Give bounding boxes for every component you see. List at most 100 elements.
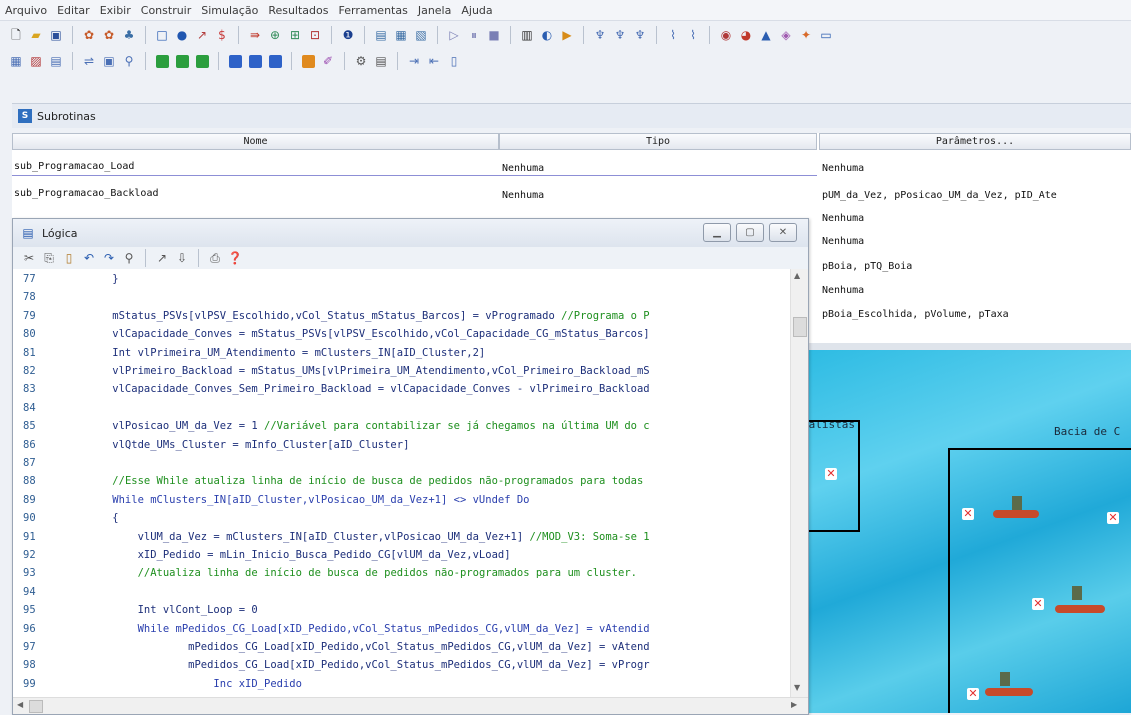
link-icon[interactable]: ⇌ [80,52,98,70]
menu-resultados[interactable]: Resultados [263,4,333,17]
column-header-tipo[interactable]: Tipo [499,133,817,150]
code-line[interactable]: 82 vlPrimeiro_Backload = mStatus_UMs[vlP… [13,363,790,379]
platform-icon[interactable] [1072,586,1082,600]
code-editor[interactable]: 77 } 78 79 mStatus_PSVs[vlPSV_Escolhido,vC… [13,269,790,697]
code-line[interactable]: 83 vlCapacidade_Conves_Sem_Primeiro_Back… [13,381,790,397]
build-all-icon[interactable]: ✿ [100,26,118,44]
vessel-icon[interactable] [985,688,1033,696]
pie-icon[interactable]: ◕ [737,26,755,44]
copy-icon[interactable]: ⎘ [40,249,58,267]
close-window-icon[interactable]: ✕ [769,223,797,242]
maximize-icon[interactable]: ▢ [736,223,764,242]
code-line[interactable]: 80 vlCapacidade_Conves = mStatus_PSVs[vl… [13,326,790,342]
network-icon[interactable]: ⊞ [286,26,304,44]
row-parametros[interactable]: pBoia, pTQ_Boia [822,261,1131,272]
path-icon[interactable]: ↗ [193,26,211,44]
column-header-nome[interactable]: Nome [12,133,499,150]
menu-simulacao[interactable]: Simulação [196,4,263,17]
resource-icon[interactable]: ♣ [120,26,138,44]
close-icon[interactable]: ✕ [825,468,837,480]
minimize-icon[interactable]: ▁ [703,223,731,242]
code-line[interactable]: 84 [13,400,790,416]
import-icon[interactable]: ⇥ [405,52,423,70]
views-icon[interactable]: ◐ [538,26,556,44]
code-line[interactable]: 90 { [13,510,790,526]
row-parametros[interactable]: Nenhuma [822,285,1131,296]
platform-icon[interactable] [1000,672,1010,686]
insert-icon[interactable]: ⇩ [173,249,191,267]
gauge-icon[interactable]: ◉ [717,26,735,44]
screen-icon[interactable]: ▭ [817,26,835,44]
help-icon[interactable]: ❓ [226,249,244,267]
scroll-right-icon[interactable]: ▶ [791,700,797,709]
scrollbar-thumb[interactable] [793,317,807,337]
row-tipo[interactable]: Nenhuma [502,163,812,174]
code-line[interactable]: 92 xID_Pedido = mLin_Inicio_Busca_Pedido… [13,547,790,563]
table-icon[interactable]: ▦ [7,52,25,70]
step-icon[interactable]: ▧ [412,26,430,44]
menu-ajuda[interactable]: Ajuda [456,4,497,17]
horizontal-scrollbar[interactable]: ◀ ▶ [13,697,808,714]
label-icon[interactable]: ✦ [797,26,815,44]
code-line[interactable]: 94 [13,584,790,600]
menu-ferramentas[interactable]: Ferramentas [334,4,413,17]
menu-editar[interactable]: Editar [52,4,95,17]
code-line[interactable]: 89 While mClusters_IN[aID_Cluster,vlPosi… [13,492,790,508]
column-header-parametros[interactable]: Parâmetros... [819,133,1131,150]
info-icon[interactable]: ❶ [339,26,357,44]
code-line[interactable]: 96 While mPedidos_CG_Load[xID_Pedido,vCo… [13,621,790,637]
blue-u-icon[interactable] [266,52,284,70]
menu-exibir[interactable]: Exibir [95,4,136,17]
row-parametros[interactable]: Nenhuma [822,163,1131,174]
redo-icon[interactable]: ↷ [100,249,118,267]
play-icon[interactable]: ▷ [445,26,463,44]
variable-icon[interactable]: $ [213,26,231,44]
object-icon[interactable]: ⚙ [352,52,370,70]
scroll-down-icon[interactable]: ▼ [794,683,800,692]
build-icon[interactable]: ✿ [80,26,98,44]
rectangle-icon[interactable]: □ [153,26,171,44]
database-icon[interactable]: ▤ [372,52,390,70]
row-tipo[interactable]: Nenhuma [502,190,812,201]
code-line[interactable]: 97 mPedidos_CG_Load[xID_Pedido,vCol_Stat… [13,639,790,655]
code-line[interactable]: 81 Int vlPrimeira_UM_Atendimento = mClus… [13,345,790,361]
pause-icon[interactable]: ⏸ [465,26,483,44]
form-icon[interactable]: ▤ [47,52,65,70]
brush-icon[interactable]: ✐ [319,52,337,70]
find-icon[interactable]: ⚲ [120,249,138,267]
export-icon[interactable]: ⇤ [425,52,443,70]
code-line[interactable]: 91 vlUM_da_Vez = mClusters_IN[aID_Cluste… [13,529,790,545]
run-icon[interactable]: ▶ [558,26,576,44]
new-file-icon[interactable]: 🗋 [7,26,25,44]
cut-icon[interactable]: ✂ [20,249,38,267]
zoom-icon[interactable]: ♆ [591,26,609,44]
row-parametros[interactable]: pBoia_Escolhida, pVolume, pTaxa [822,309,1131,320]
code-line[interactable]: 99 Inc xID_Pedido [13,676,790,692]
search-icon[interactable]: ⚲ [120,52,138,70]
chart-icon[interactable]: ⌇ [664,26,682,44]
vessel-icon[interactable] [993,510,1039,518]
scenario-icon[interactable]: ▥ [518,26,536,44]
close-icon[interactable]: ✕ [1107,512,1119,524]
menu-janela[interactable]: Janela [413,4,457,17]
scroll-left-icon[interactable]: ◀ [17,700,23,709]
row-nome[interactable]: sub_Programacao_Load [14,161,494,172]
orange-b-icon[interactable] [299,52,317,70]
compile-icon[interactable]: ▦ [392,26,410,44]
menu-construir[interactable]: Construir [136,4,197,17]
green-v-icon[interactable] [173,52,191,70]
code-line[interactable]: 77 } [13,271,790,287]
code-line[interactable]: 93 //Atualiza linha de início de busca d… [13,565,790,581]
zoom-in-icon[interactable]: ♆ [611,26,629,44]
plot-icon[interactable]: ⌇ [684,26,702,44]
code-line[interactable]: 85 vlPosicao_UM_da_Vez = 1 //Variável pa… [13,418,790,434]
code-line[interactable]: 86 vlQtde_UMs_Cluster = mInfo_Cluster[aI… [13,437,790,453]
row-parametros[interactable]: Nenhuma [822,213,1131,224]
open-folder-icon[interactable]: ▰ [27,26,45,44]
logic-window-titlebar[interactable]: ▤ Lógica ▁ ▢ ✕ [13,219,808,247]
scrollbar-thumb[interactable] [29,700,43,713]
close-icon[interactable]: ✕ [967,688,979,700]
row-nome[interactable]: sub_Programacao_Backload [14,188,494,199]
arrival-icon[interactable]: ⇛ [246,26,264,44]
circle-icon[interactable]: ● [173,26,191,44]
